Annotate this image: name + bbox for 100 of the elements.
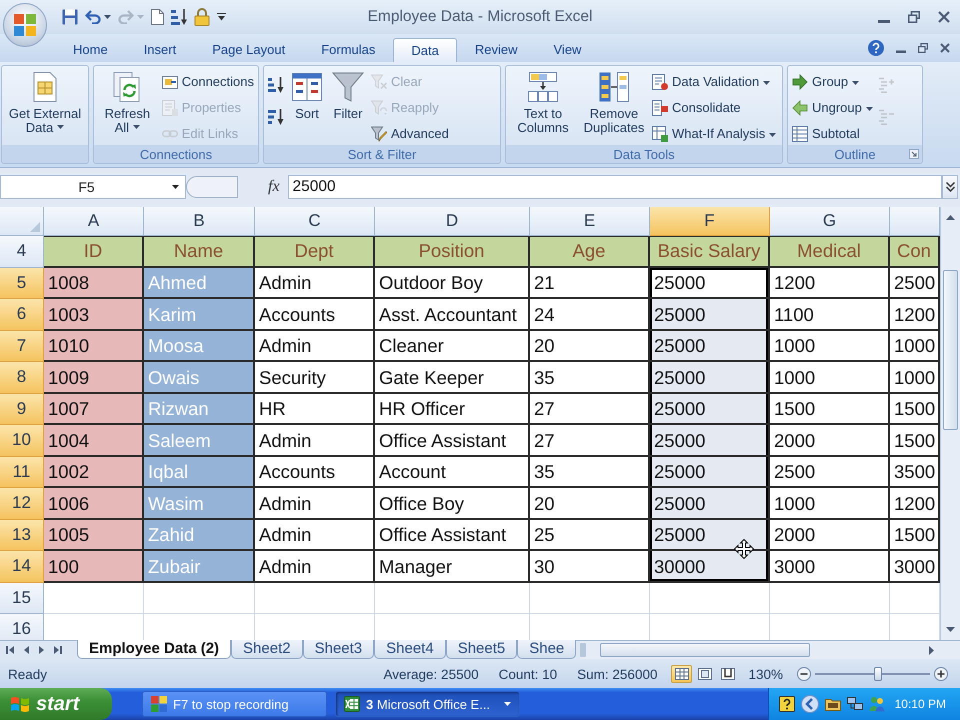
table-cell: Rizwan	[144, 394, 255, 425]
ribbon-button[interactable]: What-If Analysis	[652, 121, 776, 146]
ribbon-button[interactable]: Data Validation	[652, 69, 776, 94]
left-triangle-icon[interactable]	[24, 646, 29, 654]
padlock-icon[interactable]	[194, 8, 210, 26]
right-triangle-icon[interactable]	[39, 646, 44, 654]
table-cell: Cleaner	[375, 330, 530, 362]
row-header[interactable]: 16	[0, 614, 44, 640]
ribbon-button[interactable]: Subtotal	[792, 121, 873, 146]
scrollbar-thumb[interactable]	[600, 643, 810, 657]
close-icon[interactable]	[940, 43, 950, 53]
ribbon-tab[interactable]: Home	[55, 38, 126, 62]
row-header[interactable]: 11	[0, 456, 44, 488]
restore-icon[interactable]	[918, 43, 928, 53]
sheet-tab[interactable]: Shee	[517, 640, 576, 659]
ribbon-button[interactable]: Consolidate	[652, 95, 776, 120]
ribbon-button[interactable]: Remove Duplicates	[581, 69, 647, 137]
help-icon[interactable]	[868, 40, 884, 56]
taskbar-button[interactable]: 3 Microsoft Office E...	[335, 691, 520, 717]
up-triangle-icon[interactable]	[946, 215, 955, 220]
ribbon-button[interactable]: Group	[792, 69, 873, 94]
zoom-level[interactable]: 130%	[748, 666, 783, 682]
new-document-icon[interactable]	[151, 9, 164, 25]
column-header[interactable]: F	[650, 207, 770, 236]
sheet-tab[interactable]: Sheet3	[302, 640, 374, 659]
down-triangle-icon[interactable]	[946, 627, 955, 632]
ribbon-button[interactable]: Refresh All	[98, 69, 157, 137]
table-cell: 25000	[650, 362, 770, 394]
ribbon-tab[interactable]: Insert	[126, 38, 194, 62]
table-cell: Manager	[375, 551, 530, 582]
ribbon-tab[interactable]: Formulas	[303, 38, 394, 62]
column-header[interactable]: D	[375, 207, 530, 236]
people-icon[interactable]	[868, 696, 885, 712]
column-header[interactable]: B	[144, 207, 255, 236]
ribbon-button[interactable]: Ungroup	[792, 95, 873, 120]
folder-icon[interactable]	[824, 696, 841, 712]
row-header[interactable]: 7	[0, 330, 44, 362]
sheet-tab[interactable]: Employee Data (2)	[77, 640, 232, 659]
sort-descending-icon[interactable]	[268, 109, 284, 125]
row-header[interactable]: 12	[0, 488, 44, 520]
sheet-tab[interactable]: Sheet2	[231, 640, 303, 659]
table-cell: 1010	[44, 330, 144, 362]
ribbon-button[interactable]: Text to Columns	[510, 69, 576, 137]
formula-input[interactable]: 25000	[288, 175, 942, 199]
restore-icon[interactable]	[908, 11, 920, 23]
four-squares-icon	[151, 696, 167, 712]
column-header[interactable]: G	[770, 207, 890, 236]
customize-icon[interactable]	[217, 13, 226, 21]
right-triangle-bar-icon[interactable]	[54, 646, 62, 654]
start-button[interactable]: start	[0, 688, 112, 720]
row-header[interactable]: 10	[0, 425, 44, 456]
row-header[interactable]: 6	[0, 299, 44, 330]
ribbon-button[interactable]: Sort	[289, 69, 325, 123]
split-handle[interactable]	[580, 643, 586, 657]
bar-left-triangle-icon[interactable]	[6, 646, 14, 654]
consolidate-icon	[652, 100, 668, 116]
zoom-in-icon[interactable]	[934, 667, 948, 681]
taskbar-button[interactable]: F7 to stop recording	[142, 691, 327, 717]
expand-button[interactable]	[942, 175, 958, 199]
row-header[interactable]: 14	[0, 551, 44, 582]
right-triangle-icon[interactable]	[929, 646, 934, 654]
ribbon-button[interactable]: Filter	[330, 69, 366, 123]
oval-handle-icon[interactable]	[186, 176, 238, 198]
sort-ascending-icon[interactable]	[268, 77, 284, 93]
table-cell: 1007	[44, 394, 144, 425]
close-icon[interactable]	[938, 11, 950, 23]
help-icon[interactable]	[778, 696, 795, 712]
column-header[interactable]: E	[530, 207, 650, 236]
zoom-out-icon[interactable]	[797, 667, 811, 681]
row-header[interactable]: 4	[0, 236, 44, 268]
ribbon-tab[interactable]: View	[536, 38, 600, 62]
ribbon-tab[interactable]: Review	[456, 38, 536, 62]
ribbon-button[interactable]: Advanced	[371, 121, 449, 146]
network-computers-icon[interactable]	[846, 696, 863, 712]
sheet-tab[interactable]: Sheet5	[446, 640, 518, 659]
table-cell: Accounts	[255, 299, 375, 330]
table-cell: 100	[44, 551, 144, 582]
sheet-tab[interactable]: Sheet4	[374, 640, 446, 659]
name-box[interactable]: F5	[0, 175, 186, 199]
row-header[interactable]: 13	[0, 520, 44, 551]
sort-icon[interactable]	[171, 9, 187, 25]
row-header[interactable]: 15	[0, 582, 44, 614]
row-header[interactable]: 5	[0, 268, 44, 299]
ribbon-button[interactable]: Connections	[162, 69, 254, 94]
table-cell: Admin	[255, 520, 375, 551]
ribbon-button[interactable]: Get External Data	[3, 69, 87, 137]
caret-icon[interactable]	[104, 15, 111, 19]
insert-function-button[interactable]: fx	[268, 178, 280, 196]
dialog-launcher-icon[interactable]	[909, 149, 919, 159]
column-header[interactable]: A	[44, 207, 144, 236]
scrollbar-thumb[interactable]	[943, 270, 958, 430]
slider-thumb[interactable]	[874, 667, 882, 681]
ribbon-tab[interactable]: Page Layout	[194, 38, 304, 62]
ribbon-tab[interactable]: Data	[393, 38, 457, 62]
save-icon[interactable]	[62, 9, 78, 25]
row-header[interactable]: 9	[0, 394, 44, 425]
column-header[interactable]: C	[255, 207, 375, 236]
table-cell: Karim	[144, 299, 255, 330]
row-header[interactable]: 8	[0, 362, 44, 394]
undo-icon[interactable]	[85, 10, 101, 24]
